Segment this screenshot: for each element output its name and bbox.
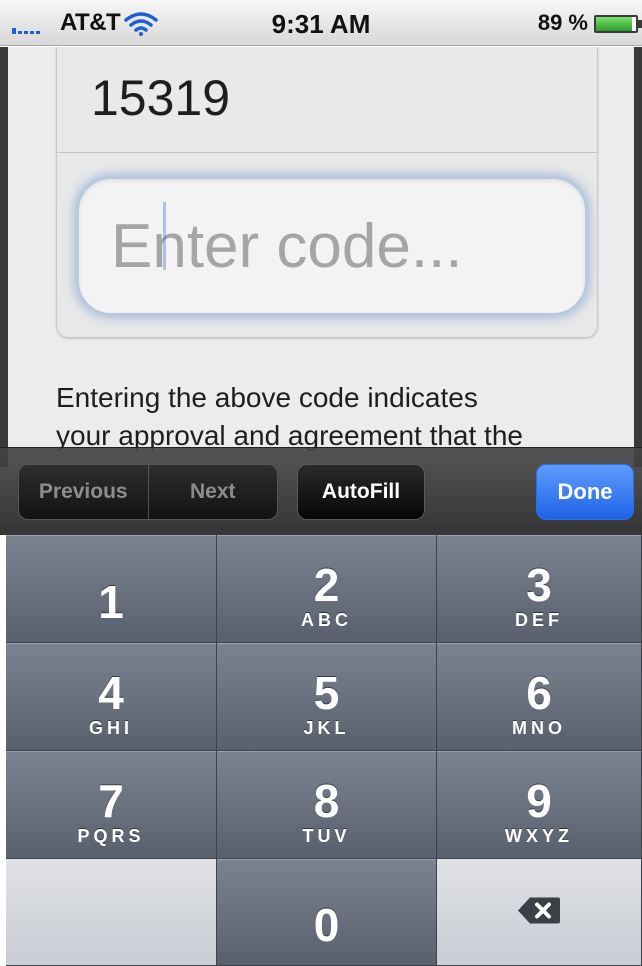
key-digit: 3 xyxy=(526,559,552,611)
key-letters: GHI xyxy=(88,718,133,738)
prev-next-segmented-control: Previous Next xyxy=(18,464,278,520)
key-letters: TUV xyxy=(302,826,351,846)
key-digit: 5 xyxy=(313,667,340,719)
key-3[interactable]: 3 DEF xyxy=(437,535,642,643)
key-0[interactable]: 0 xyxy=(217,859,437,966)
delete-key[interactable] xyxy=(437,859,642,966)
key-7[interactable]: 7 PQRS xyxy=(6,751,217,859)
key-digit: 2 xyxy=(313,559,340,611)
key-1[interactable]: 1 xyxy=(6,535,217,643)
key-digit: 8 xyxy=(313,775,340,827)
key-digit: 6 xyxy=(526,667,552,719)
code-input[interactable] xyxy=(77,177,587,315)
key-letters: WXYZ xyxy=(505,826,573,846)
key-blank xyxy=(6,859,217,966)
confirmation-code: 15319 xyxy=(91,70,231,126)
key-letters: MNO xyxy=(512,718,566,738)
previous-button[interactable]: Previous xyxy=(19,465,148,519)
code-display-row: 15319 xyxy=(57,47,597,153)
status-bar: AT&T 9:31 AM 89 % xyxy=(0,0,642,46)
key-digit: 7 xyxy=(98,775,124,827)
backspace-icon xyxy=(516,896,562,929)
disclaimer-line: Entering the above code indicates xyxy=(56,382,478,413)
key-4[interactable]: 4 GHI xyxy=(6,643,217,751)
form-accessory-toolbar: Previous Next AutoFill Done xyxy=(0,447,642,535)
frame-border-right xyxy=(634,47,642,467)
autofill-button[interactable]: AutoFill xyxy=(297,464,425,520)
phone-screen: AT&T 9:31 AM 89 % 15319 Entering the abo… xyxy=(0,0,642,966)
battery-nub xyxy=(638,20,642,28)
key-letters: PQRS xyxy=(77,826,145,846)
frame-border-left xyxy=(0,47,8,467)
battery-icon xyxy=(594,15,638,33)
key-6[interactable]: 6 MNO xyxy=(437,643,642,751)
key-5[interactable]: 5 JKL xyxy=(217,643,437,751)
key-8[interactable]: 8 TUV xyxy=(217,751,437,859)
key-letters: DEF xyxy=(515,610,563,630)
key-2[interactable]: 2 ABC xyxy=(217,535,437,643)
key-digit: 9 xyxy=(526,775,552,827)
key-letters: ABC xyxy=(301,610,352,630)
content-area: 15319 Entering the above code indicates … xyxy=(0,47,642,457)
key-9[interactable]: 9 WXYZ xyxy=(437,751,642,859)
battery-percent: 89 % xyxy=(537,10,588,35)
code-form-card: 15319 xyxy=(56,47,598,338)
battery-fill xyxy=(596,17,632,31)
done-button[interactable]: Done xyxy=(536,464,634,520)
key-digit: 4 xyxy=(98,667,124,719)
numeric-keypad: 1 2 ABC 3 DEF 4 GHI 5 JKL 6 MNO 7 PQRS 8… xyxy=(6,535,642,966)
key-digit: 0 xyxy=(313,899,340,951)
key-digit: 1 xyxy=(98,575,124,628)
next-button[interactable]: Next xyxy=(149,465,278,519)
text-caret xyxy=(163,202,166,270)
key-letters: JKL xyxy=(303,718,350,738)
disclaimer-text: Entering the above code indicates your a… xyxy=(56,379,616,455)
